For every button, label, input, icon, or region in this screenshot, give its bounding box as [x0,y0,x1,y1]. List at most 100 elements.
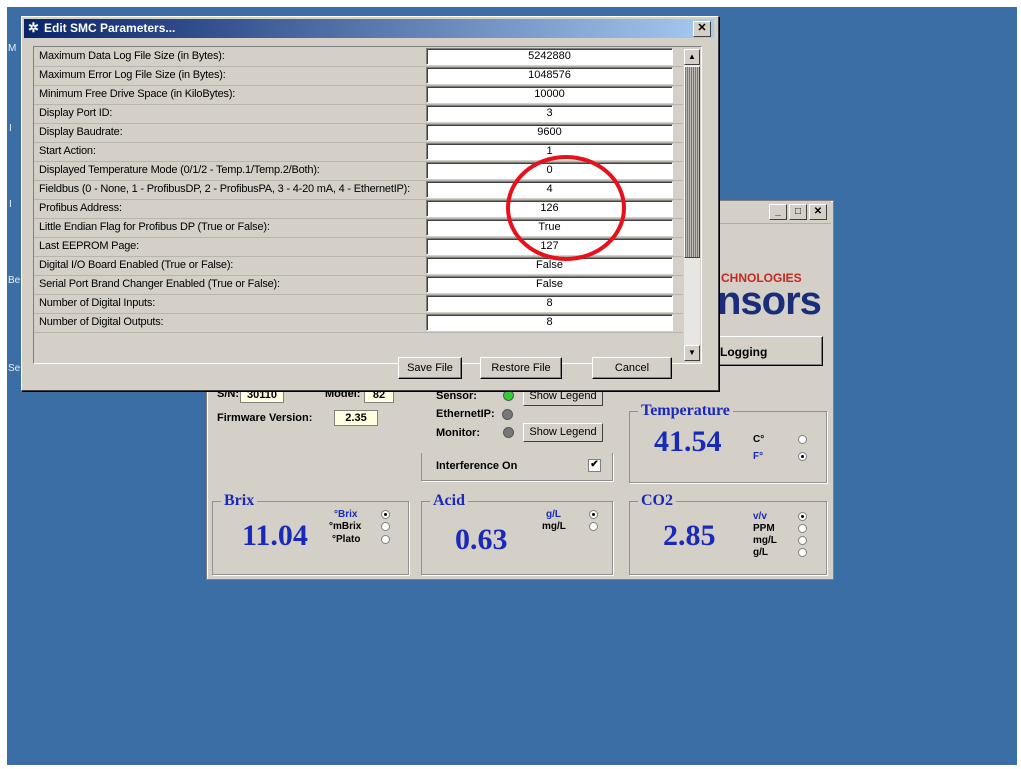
desktop-icon-label[interactable]: Se [8,363,20,374]
parameter-row: Display Baudrate: 9600 [34,123,683,143]
parameter-value-field[interactable]: 9600 [426,124,673,141]
scrollbar-thumb[interactable] [684,66,700,258]
parameter-row: Digital I/O Board Enabled (True or False… [34,256,683,276]
parameter-label: Digital I/O Board Enabled (True or False… [39,259,234,271]
brix-title: Brix [221,492,258,510]
parameter-value-field[interactable]: False [426,276,673,293]
parameter-value-field[interactable]: 1048576 [426,67,673,84]
acid-mgl-radio[interactable] [589,522,598,531]
parameter-label: Profibus Address: [39,202,122,214]
parameter-value-field[interactable]: False [426,257,673,274]
parameter-label: Display Port ID: [39,107,113,119]
acid-value: 0.63 [455,523,508,556]
dialog-titlebar[interactable]: ✲ Edit SMC Parameters... ✕ [24,19,714,38]
co2-unit-mgl: mg/L [753,535,777,546]
parameter-value-field[interactable]: 10000 [426,86,673,103]
monitor-label: Monitor: [436,427,480,439]
brix-unit-brix: °Brix [334,509,358,520]
parameter-label: Display Baudrate: [39,126,123,138]
maximize-button[interactable]: □ [789,204,807,220]
parameter-value-field[interactable]: 3 [426,105,673,122]
co2-vv-radio[interactable] [798,512,807,521]
parameter-row: Number of Digital Inputs: 8 [34,294,683,314]
close-button[interactable]: ✕ [809,204,827,220]
temperature-f-radio[interactable] [798,452,807,461]
brix-plato-radio[interactable] [381,535,390,544]
acid-unit-gl: g/L [546,509,561,520]
interference-checkbox[interactable]: ✔ [588,459,601,472]
co2-unit-ppm: PPM [753,523,775,534]
ethernet-label: EthernetIP: [436,408,495,420]
parameter-label: Maximum Error Log File Size (in Bytes): [39,69,226,81]
parameter-label: Displayed Temperature Mode (0/1/2 - Temp… [39,164,320,176]
save-file-label: Save File [407,362,453,374]
dialog-close-button[interactable]: ✕ [693,21,711,37]
ethernet-status-led [502,409,513,420]
restore-file-label: Restore File [491,362,551,374]
desktop-icon-label[interactable]: Be [8,275,20,286]
restore-file-button[interactable]: Restore File [480,357,562,379]
highlight-circle [506,155,626,261]
temperature-unit-c: C° [753,434,765,445]
co2-ppm-radio[interactable] [798,524,807,533]
brix-brix-radio[interactable] [381,510,390,519]
brix-mbrix-radio[interactable] [381,522,390,531]
parameter-row: Maximum Error Log File Size (in Bytes): 1… [34,66,683,86]
co2-value: 2.85 [663,519,716,552]
parameter-label: Number of Digital Outputs: [39,316,164,328]
save-file-button[interactable]: Save File [398,357,462,379]
parameter-label: Last EEPROM Page: [39,240,139,252]
parameter-label: Serial Port Brand Changer Enabled (True … [39,278,280,290]
co2-title: CO2 [638,492,676,510]
app-icon: ✲ [28,20,39,35]
parameter-label: Minimum Free Drive Space (in KiloBytes): [39,88,236,100]
acid-title: Acid [430,492,468,510]
scroll-down-button[interactable]: ▼ [684,345,700,361]
sensor-status-led [503,390,514,401]
desktop-icon-label[interactable]: I [9,199,12,210]
parameter-row: Serial Port Brand Changer Enabled (True … [34,275,683,295]
monitor-status-led [503,427,514,438]
brand-logo-bottom: nsors [717,279,822,323]
minimize-button[interactable]: _ [769,204,787,220]
temperature-value: 41.54 [654,425,722,458]
cancel-button[interactable]: Cancel [592,357,672,379]
co2-mgl-radio[interactable] [798,536,807,545]
parameter-value-field[interactable]: 8 [426,295,673,312]
firmware-label: Firmware Version: [217,412,313,424]
brix-unit-plato: °Plato [332,534,361,545]
dialog-title: Edit SMC Parameters... [44,21,176,35]
parameter-row: Minimum Free Drive Space (in KiloBytes):… [34,85,683,105]
edit-parameters-dialog: ✲ Edit SMC Parameters... ✕ Maximum Data … [21,16,719,391]
show-legend-button[interactable]: Show Legend [523,423,603,442]
acid-unit-mgl: mg/L [542,521,566,532]
interference-label: Interference On [436,460,518,472]
acid-gl-radio[interactable] [589,510,598,519]
sensor-label: Sensor: [436,390,477,402]
logging-button[interactable]: Logging [717,336,823,366]
desktop-icon-label[interactable]: M [8,43,16,54]
parameter-row: Display Port ID: 3 [34,104,683,124]
parameter-label: Start Action: [39,145,96,157]
firmware-value: 2.35 [334,410,378,426]
cancel-label: Cancel [614,362,650,374]
parameter-value-field[interactable]: 5242880 [426,48,673,65]
co2-unit-gl: g/L [753,547,768,558]
acid-group: Acid [421,492,613,575]
temperature-title: Temperature [638,402,733,420]
temperature-unit-f: F° [753,451,764,462]
co2-gl-radio[interactable] [798,548,807,557]
brix-value: 11.04 [242,519,308,552]
scroll-up-button[interactable]: ▲ [684,49,700,65]
parameter-row: Maximum Data Log File Size (in Bytes): 52… [34,47,683,67]
parameter-row: Number of Digital Outputs: 8 [34,313,683,333]
desktop-icon-label[interactable]: I [9,123,12,134]
parameter-list-scrollbar[interactable]: ▲ ▼ [684,49,700,361]
parameter-label: Fieldbus (0 - None, 1 - ProfibusDP, 2 - … [39,183,411,195]
co2-unit-vv: v/v [753,511,767,522]
parameter-label: Number of Digital Inputs: [39,297,156,309]
brix-unit-mbrix: °mBrix [329,521,362,532]
parameter-value-field[interactable]: 8 [426,314,673,331]
temperature-c-radio[interactable] [798,435,807,444]
parameter-label: Maximum Data Log File Size (in Bytes): [39,50,225,62]
